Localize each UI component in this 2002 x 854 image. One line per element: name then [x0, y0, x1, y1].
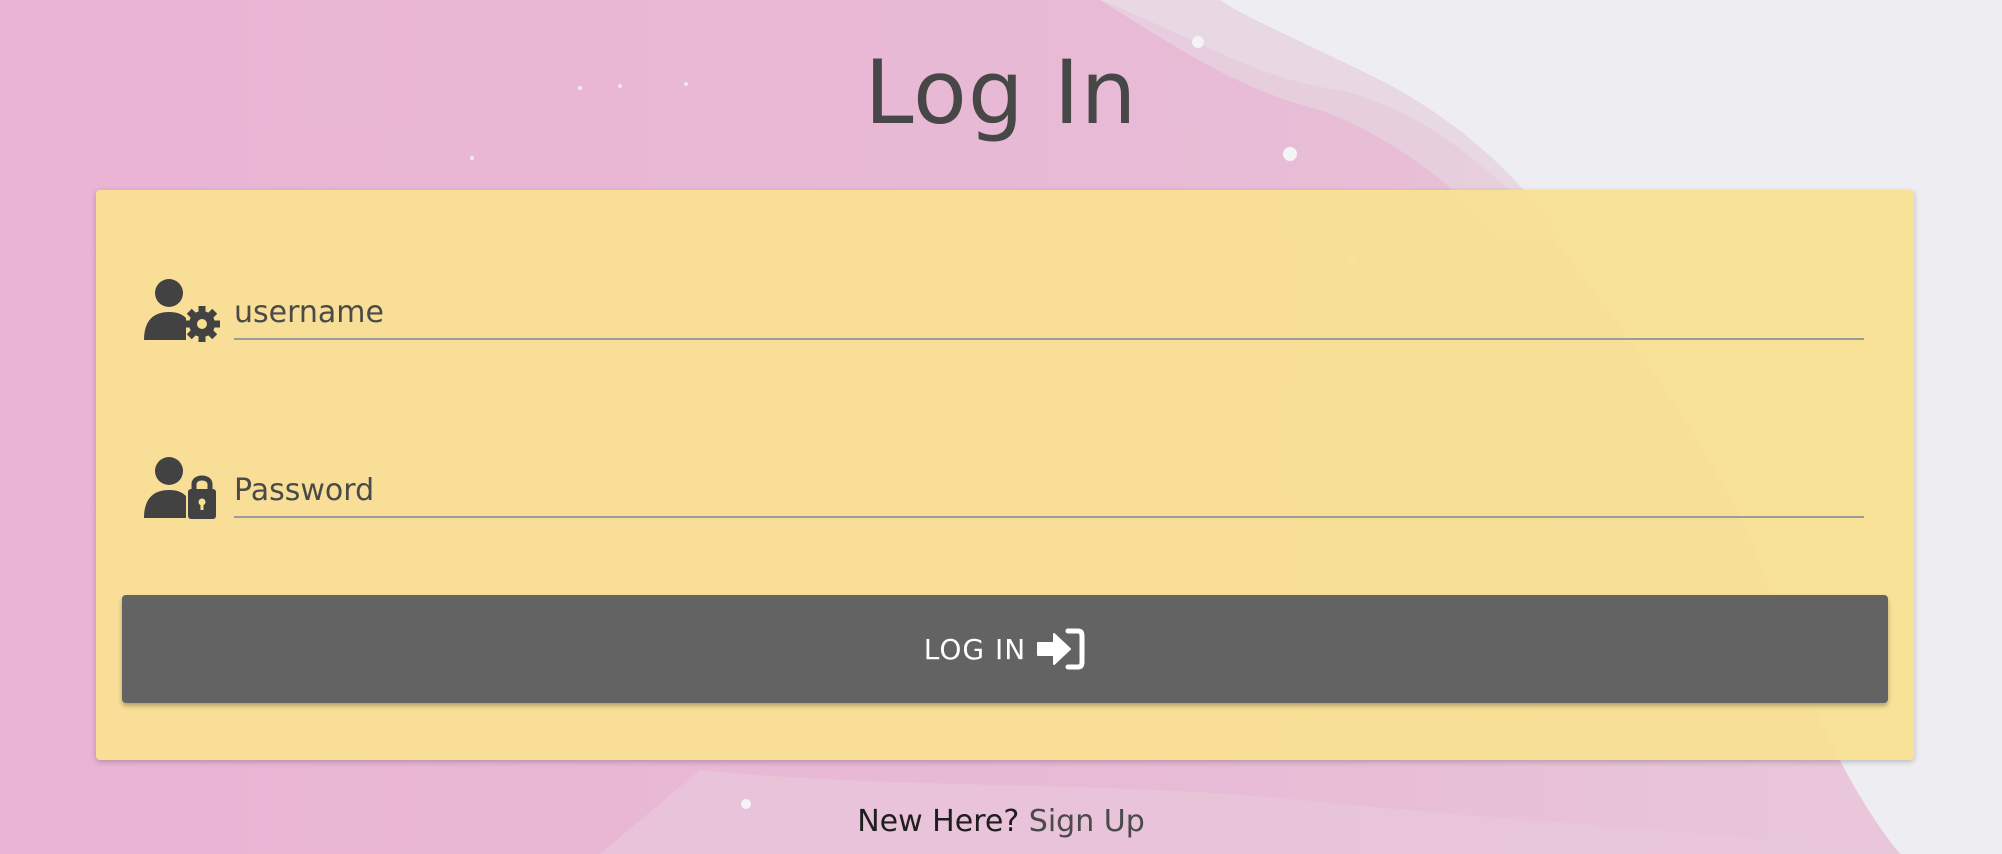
password-field-group: [144, 456, 1864, 536]
username-field-group: [144, 278, 1864, 358]
signup-prompt-text: New Here?: [857, 804, 1020, 839]
login-card: LOG IN: [96, 190, 1914, 760]
signup-prompt: New Here? Sign Up: [0, 802, 2002, 842]
page-title: Log In: [864, 41, 1138, 144]
username-input[interactable]: [234, 286, 1864, 340]
signup-link[interactable]: Sign Up: [1029, 804, 1145, 839]
login-button[interactable]: LOG IN: [122, 595, 1888, 703]
user-gear-icon: [144, 278, 222, 344]
password-input[interactable]: [234, 464, 1864, 518]
login-button-label: LOG IN: [923, 632, 1027, 666]
sign-in-icon: [1036, 628, 1086, 670]
user-lock-icon: [144, 456, 222, 522]
